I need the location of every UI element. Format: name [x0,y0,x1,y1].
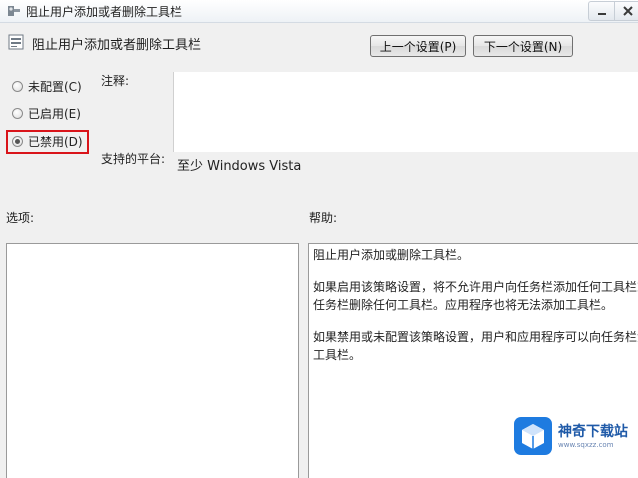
radio-enabled[interactable]: 已启用(E) [12,104,81,122]
window-title: 阻止用户添加或者删除工具栏 [26,5,183,19]
watermark-text: 神奇下载站 [558,424,628,440]
comment-textarea[interactable] [173,72,638,152]
window-title-bar: 阻止用户添加或者删除工具栏 [0,0,638,23]
radio-disabled[interactable]: 已禁用(D) [12,132,83,150]
close-icon [623,6,633,16]
options-label: 选项: [6,211,35,225]
help-text-line: 工具栏。 [313,348,362,362]
supported-platform-value: 至少 Windows Vista [177,159,302,174]
radio-circle[interactable] [12,135,23,147]
radio-circle[interactable] [12,107,23,119]
help-text-line: 阻止用户添加或删除工具栏。 [313,248,470,262]
help-label: 帮助: [309,211,338,225]
policy-icon [8,6,20,16]
watermark-subtext: www.sqxzz.com [558,441,614,449]
minimize-icon [598,13,606,15]
watermark: 神奇下载站 www.sqxzz.com [514,417,634,457]
radio-not-configured[interactable]: 未配置(C) [12,77,82,95]
close-button[interactable] [614,1,638,21]
help-text-line: 任务栏删除任何工具栏。应用程序也将无法添加工具栏。 [313,298,614,312]
comment-label: 注释: [101,74,130,88]
setting-icon [8,34,24,50]
options-panel [6,243,299,478]
radio-circle[interactable] [12,80,23,92]
previous-setting-button[interactable]: 上一个设置(P) [370,35,466,57]
supported-platform-label: 支持的平台: [101,152,166,166]
next-setting-button[interactable]: 下一个设置(N) [473,35,573,57]
minimize-button[interactable] [588,1,615,21]
radio-label: 已启用(E) [28,106,81,121]
watermark-logo-icon [514,417,552,455]
setting-title: 阻止用户添加或者删除工具栏 [32,38,202,53]
radio-label: 已禁用(D) [28,134,83,149]
radio-label: 未配置(C) [28,79,82,94]
help-text-line: 如果启用该策略设置，将不允许用户向任务栏添加任何工具栏或 [313,280,638,294]
help-text-line: 如果禁用或未配置该策略设置，用户和应用程序可以向任务栏添 [313,330,638,344]
